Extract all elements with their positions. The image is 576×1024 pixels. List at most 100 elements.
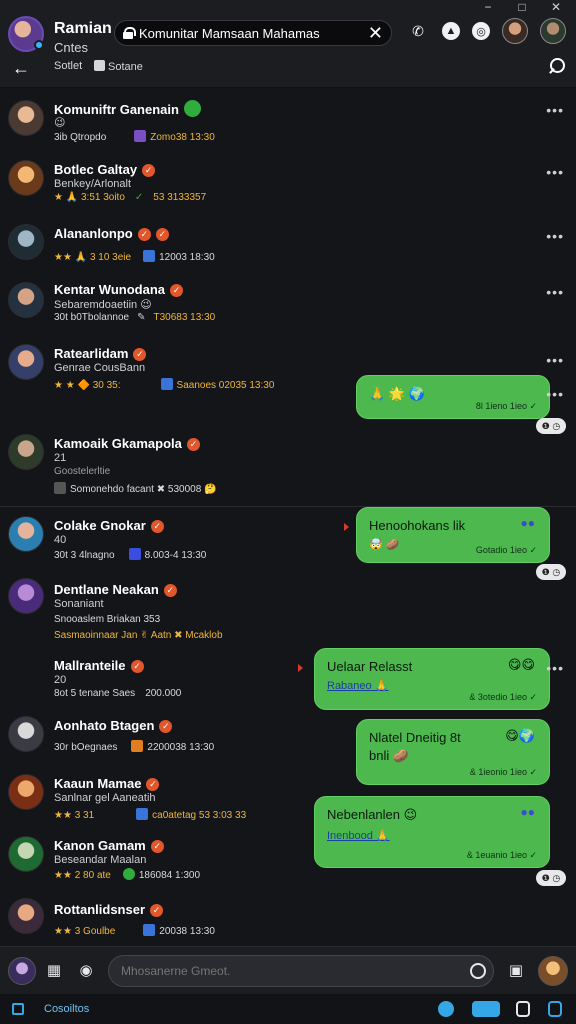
app-icon[interactable]: [12, 1003, 24, 1015]
status-bar: Cosoiltos: [0, 994, 576, 1024]
tag-icon: [136, 808, 149, 820]
unread-marker: [298, 664, 303, 672]
reaction-pill[interactable]: ❶ ◷: [536, 418, 566, 434]
chat-row[interactable]: Kentar Wunodana ✓ Sebaremdoaetiin 😉 30t b…: [0, 280, 576, 336]
reaction-pill[interactable]: ❶ ◷: [536, 564, 566, 580]
avatar: [8, 578, 44, 614]
status-label[interactable]: Cosoiltos: [44, 1003, 89, 1015]
sticker-avatar[interactable]: [538, 956, 568, 986]
address-text[interactable]: Komunitar Mamsaan Mahamas: [139, 26, 362, 41]
avatar: [8, 836, 44, 872]
emoji-icon[interactable]: [438, 1001, 454, 1017]
contact-name: Ramian: [54, 20, 112, 37]
profile-avatar-2[interactable]: [540, 18, 566, 44]
badge-icon: ✓: [159, 720, 173, 733]
message-bubble[interactable]: Uelaar Relasst 😋😋 Rabaneo 🙏 & 3otedio 1i…: [314, 648, 550, 710]
chat-meta: 30t 3 4lnagno 8.003-4 13:30: [54, 548, 206, 561]
more-icon[interactable]: •••: [546, 102, 564, 118]
chat-subtitle: Genrae CousBann: [54, 362, 146, 374]
message-link[interactable]: Inenbood 🙏: [327, 829, 390, 842]
bell-icon[interactable]: ▲: [442, 22, 460, 40]
panel-icon[interactable]: [548, 1001, 562, 1017]
badge-icon: ✓: [142, 164, 156, 177]
emoji-icon: ●●: [520, 805, 536, 819]
minimize-button[interactable]: −: [474, 0, 502, 14]
chat-meta: ★★ 🙏 3 10 3eie 12003 18:30: [54, 250, 215, 263]
attach-icon[interactable]: ◉: [76, 961, 96, 981]
reaction-pill[interactable]: ❶ ◷: [536, 870, 566, 886]
avatar: [8, 716, 44, 752]
message-composer: ▦ ◉ ▣: [0, 946, 576, 994]
chat-subtitle: Sebaremdoaetiin 😉: [54, 299, 152, 311]
top-bar: − □ ✕ Ramian Cntes Komunitar Mamsaan Mah…: [0, 0, 576, 88]
chat-time: ca0atetag 53 3:03 33: [152, 810, 247, 821]
badge-icon: ✓: [150, 904, 164, 917]
more-icon[interactable]: •••: [546, 164, 564, 180]
tab-sotlet[interactable]: Sotlet: [54, 60, 82, 72]
chat-time: 200.000: [145, 688, 182, 699]
profile-avatar[interactable]: [502, 18, 528, 44]
close-window-button[interactable]: ✕: [542, 0, 570, 14]
search-icon[interactable]: [548, 58, 565, 74]
chat-name: Ratearlidam: [54, 346, 129, 361]
chat-meta-text: 30t 3 4lnagno: [54, 550, 115, 561]
more-icon[interactable]: •••: [546, 352, 564, 368]
tag-icon: [122, 868, 135, 880]
chat-row[interactable]: Dentlane Neakan ✓ Sonaniant Snooaslem Bri…: [0, 578, 576, 644]
more-icon[interactable]: •••: [546, 386, 564, 402]
chat-meta: Goostelerltie: [54, 466, 111, 477]
clear-icon[interactable]: ✕: [368, 24, 383, 42]
contact-status: Cntes: [54, 40, 88, 55]
chat-meta-text: 30r bOegnaes: [54, 742, 118, 753]
chat-row[interactable]: Komuniftr Ganenain 😉 3ib Qtropdo Zomo38 1…: [0, 98, 576, 154]
maximize-button[interactable]: □: [508, 0, 536, 14]
chat-meta-text: ★★ 2 80 ate: [54, 870, 111, 881]
chat-name: Kamoaik Gkamapola: [54, 436, 182, 451]
contact-avatar[interactable]: [8, 16, 44, 52]
chat-row[interactable]: Alananlonpo ✓ ✓ ★★ 🙏 3 10 3eie 12003 18:30 …: [0, 224, 576, 280]
more-icon[interactable]: •••: [546, 228, 564, 244]
chat-name-row: Komuniftr Ganenain: [54, 100, 201, 117]
avatar: [8, 516, 44, 552]
message-input[interactable]: [108, 955, 494, 987]
emoji-picker-icon[interactable]: [470, 963, 486, 979]
whatsapp-icon[interactable]: ◎: [472, 22, 490, 40]
more-icon[interactable]: •••: [546, 284, 564, 300]
message-bubble[interactable]: Nlatel Dneitig 8t 😋🌍 bnli 🥔 & 1ieonio 1i…: [356, 719, 550, 785]
more-icon[interactable]: •••: [546, 660, 564, 676]
emoji-icon: 😋😋: [507, 657, 535, 672]
tag-icon: [54, 482, 66, 494]
chat-name-row: Rottanlidsnser ✓: [54, 902, 164, 917]
chat-row[interactable]: Kamoaik Gkamapola ✓ 21 Goostelerltie Somo…: [0, 432, 576, 504]
chat-icon[interactable]: [472, 1001, 500, 1017]
tag-icon: [128, 548, 141, 560]
chat-name-row: Aonhato Btagen ✓: [54, 718, 173, 733]
message-bubble[interactable]: Nebenlanlen 😉 ●● Inenbood 🙏 & 1euanio 1i…: [314, 796, 550, 868]
back-arrow-icon[interactable]: ←: [12, 58, 30, 79]
message-bubble[interactable]: 🙏 🌟 🌍 8l 1ieno 1ieo ✓: [356, 375, 550, 419]
chat-meta-text: ★ 🙏 3:51 3oito: [54, 192, 125, 203]
window-icon[interactable]: [516, 1001, 530, 1017]
tag-icon: [143, 250, 156, 262]
message-extra: 🤯 🥔: [369, 539, 400, 551]
address-bar[interactable]: Komunitar Mamsaan Mahamas ✕: [114, 20, 392, 46]
header-actions: ✆ ▲ ◎: [406, 18, 566, 44]
badge-icon: ✓: [186, 438, 200, 451]
avatar: [8, 282, 44, 318]
message-bubble[interactable]: Henoohokans lik ●● 🤯 🥔 Gotadio 1ieo ✓: [356, 507, 550, 563]
phone-icon[interactable]: ✆: [406, 19, 430, 43]
message-link[interactable]: Rabaneo 🙏: [327, 679, 388, 692]
grid-icon[interactable]: ▦: [44, 961, 64, 981]
message-meta: Gotadio 1ieo ✓: [475, 545, 537, 555]
chat-row[interactable]: Botlec Galtay ✓ Benkey/Arlonalt ★ 🙏 3:51 …: [0, 160, 576, 216]
tag-icon: [131, 740, 144, 752]
tab-sotane[interactable]: Sotane: [94, 60, 143, 73]
badge-icon: ✓: [150, 840, 164, 853]
camera-icon[interactable]: ▣: [506, 961, 526, 981]
user-avatar[interactable]: [8, 957, 36, 985]
message-meta: & 1ieonio 1ieo ✓: [469, 767, 537, 777]
check-icon: ✓: [134, 192, 144, 203]
chat-row[interactable]: Rottanlidsnser ✓ ★★ 3 Goulbe 20038 13:30: [0, 898, 576, 946]
message-meta: 8l 1ieno 1ieo ✓: [475, 401, 537, 411]
chat-time: Sasmaoinnaar Jan ✌ Aatn ✖ Mcaklob: [54, 630, 223, 641]
